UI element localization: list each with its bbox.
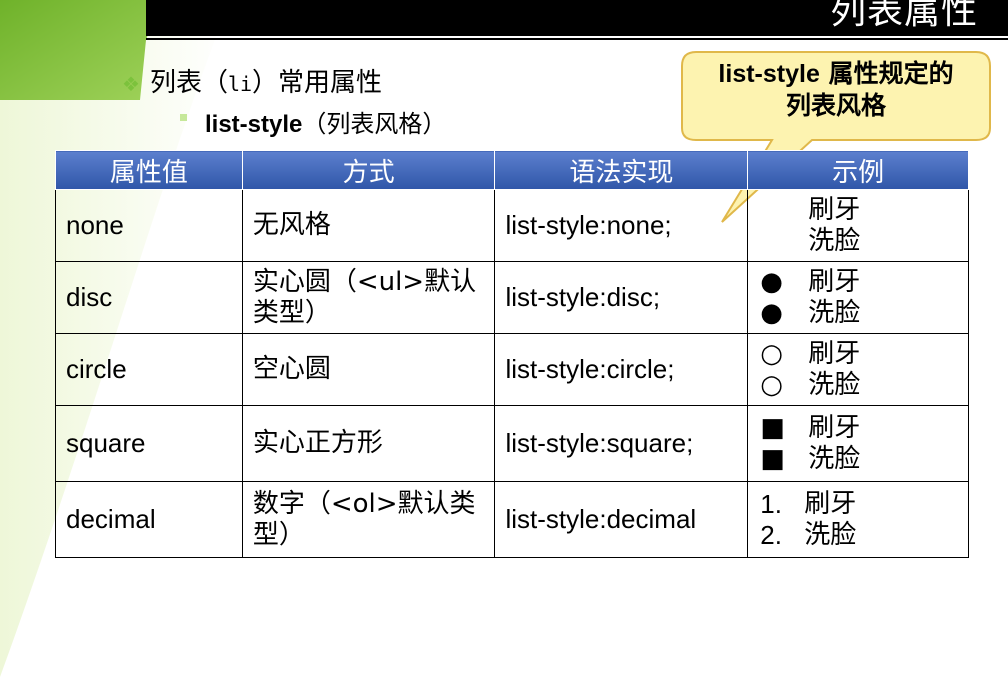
cell-method: 数字（<ol>默认类型） [241, 481, 496, 558]
callout-text: list-style 属性规定的 列表风格 [686, 58, 986, 122]
square-marker-icon: ■ [760, 412, 785, 443]
example-item: 洗脸 [808, 369, 861, 400]
cell-example: ● 刷牙 ● 洗脸 [747, 261, 969, 334]
cell-method: 空心圆 [241, 333, 496, 406]
cell-syntax: list-style:disc; [494, 261, 749, 334]
table-row: none 无风格 list-style:none; 刷牙 洗脸 [55, 189, 969, 262]
cell-value: none [55, 189, 243, 262]
cell-method: 实心圆（<ul>默认类型） [241, 261, 496, 334]
list-style-table: 属性值 方式 语法实现 示例 none 无风格 list-style:none;… [55, 150, 969, 558]
title-rule [146, 38, 1008, 40]
cell-value: circle [55, 333, 243, 406]
example-item: 洗脸 [808, 225, 861, 256]
table-row: circle 空心圆 list-style:circle; ○ 刷牙 ○ 洗脸 [55, 333, 969, 406]
diamond-bullet-icon: ❖ [122, 72, 140, 96]
slide-title: 列表属性 [829, 0, 978, 32]
cell-example: 1. 刷牙 2. 洗脸 [747, 481, 969, 558]
circle-marker-icon: ○ [760, 369, 783, 400]
cell-example: ■ 刷牙 ■ 洗脸 [747, 405, 969, 482]
example-item: 刷牙 [808, 194, 861, 225]
cell-value: decimal [55, 481, 243, 558]
cell-method: 实心正方形 [241, 405, 496, 482]
callout-line1-en: list-style [718, 60, 820, 88]
number-marker: 2. [760, 519, 782, 550]
callout-line1: list-style 属性规定的 [686, 58, 986, 90]
cell-syntax: list-style:circle; [494, 333, 749, 406]
table-row: disc 实心圆（<ul>默认类型） list-style:disc; ● 刷牙 … [55, 261, 969, 334]
disc-marker-icon: ● [760, 266, 783, 297]
cell-value: disc [55, 261, 243, 334]
bullet-level2: list-style（列表风格） [180, 108, 446, 141]
circle-marker-icon: ○ [760, 338, 783, 369]
title-bar: 列表属性 [146, 0, 1008, 36]
cell-example: 刷牙 洗脸 [747, 189, 969, 262]
number-marker: 1. [760, 488, 782, 519]
header-value: 属性值 [55, 150, 243, 190]
cell-value: square [55, 405, 243, 482]
table-row: square 实心正方形 list-style:square; ■ 刷牙 ■ 洗脸 [55, 405, 969, 482]
bullet1-prefix: 列表（ [149, 68, 228, 98]
square-marker-icon: ■ [760, 443, 785, 474]
example-item: 刷牙 [808, 338, 861, 369]
bullet2-rest: （列表风格） [302, 110, 447, 138]
example-item: 洗脸 [804, 519, 857, 550]
cell-method: 无风格 [241, 189, 496, 262]
bullet1-code: li [227, 72, 253, 96]
cell-syntax: list-style:square; [494, 405, 749, 482]
example-item: 洗脸 [808, 297, 861, 328]
example-item: 刷牙 [808, 412, 861, 443]
header-method: 方式 [241, 150, 496, 190]
table-header-row: 属性值 方式 语法实现 示例 [55, 150, 969, 190]
header-example: 示例 [747, 150, 969, 190]
disc-marker-icon: ● [760, 297, 783, 328]
example-item: 洗脸 [808, 443, 861, 474]
callout-line1-cn: 属性规定的 [819, 59, 954, 88]
bullet-level1: ❖ 列表（li）常用属性 [122, 66, 382, 101]
cell-syntax: list-style:none; [494, 189, 749, 262]
cell-example: ○ 刷牙 ○ 洗脸 [747, 333, 969, 406]
bullet1-suffix: ）常用属性 [252, 68, 383, 98]
table-row: decimal 数字（<ol>默认类型） list-style:decimal … [55, 481, 969, 558]
cell-syntax: list-style:decimal [494, 481, 749, 558]
example-item: 刷牙 [804, 488, 857, 519]
callout-line2: 列表风格 [785, 91, 886, 120]
header-syntax: 语法实现 [494, 150, 749, 190]
example-item: 刷牙 [808, 266, 861, 297]
bullet2-bold: list-style [205, 111, 303, 138]
square-bullet-icon [180, 113, 187, 121]
